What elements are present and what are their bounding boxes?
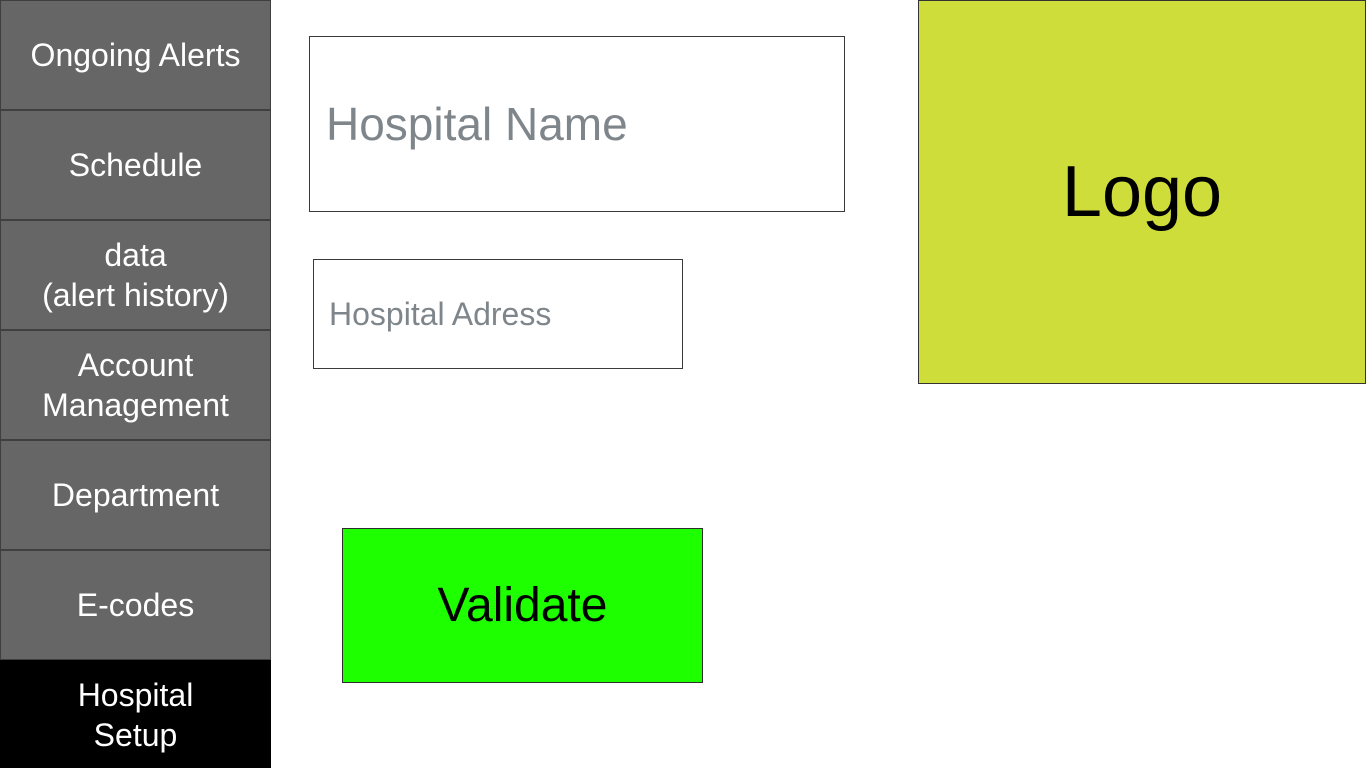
sidebar-item-label: Hospital Setup xyxy=(77,677,194,753)
sidebar-item-label: Account Management xyxy=(42,347,229,423)
sidebar-item-label: Schedule xyxy=(68,147,203,183)
sidebar-nav: Ongoing Alerts Schedule data (alert hist… xyxy=(0,0,271,768)
sidebar-item-hospital-setup[interactable]: Hospital Setup xyxy=(0,660,271,768)
hospital-address-input[interactable] xyxy=(313,259,683,369)
sidebar-item-e-codes[interactable]: E-codes xyxy=(0,550,271,660)
sidebar-item-label: Department xyxy=(51,477,220,513)
sidebar-item-schedule[interactable]: Schedule xyxy=(0,110,271,220)
logo-upload-area[interactable]: Logo xyxy=(918,0,1366,384)
sidebar-item-label: E-codes xyxy=(76,587,195,623)
sidebar-item-account-management[interactable]: Account Management xyxy=(0,330,271,440)
sidebar-item-label: Ongoing Alerts xyxy=(30,37,241,73)
sidebar-item-ongoing-alerts[interactable]: Ongoing Alerts xyxy=(0,0,271,110)
hospital-setup-page: Ongoing Alerts Schedule data (alert hist… xyxy=(0,0,1366,768)
validate-button-label: Validate xyxy=(437,579,608,632)
sidebar-item-data-alert-history[interactable]: data (alert history) xyxy=(0,220,271,330)
sidebar-item-department[interactable]: Department xyxy=(0,440,271,550)
validate-button[interactable]: Validate xyxy=(342,528,703,683)
sidebar-item-label: data (alert history) xyxy=(42,237,229,313)
logo-label: Logo xyxy=(1061,152,1223,232)
hospital-name-input[interactable] xyxy=(309,36,845,212)
